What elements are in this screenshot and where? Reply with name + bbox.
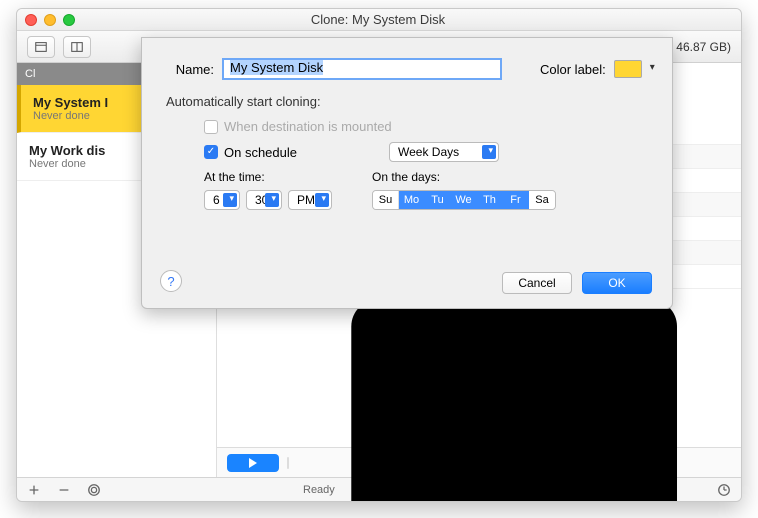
day-su[interactable]: Su [373, 191, 399, 209]
color-label: Color label: [540, 62, 606, 77]
app-window: Clone: My System Disk 46.87 GB) Cl My Sy… [16, 8, 742, 502]
start-clone-button[interactable] [227, 454, 279, 472]
name-value: My System Disk [230, 60, 323, 75]
day-mo[interactable]: Mo [399, 191, 425, 209]
ok-button[interactable]: OK [582, 272, 652, 294]
play-icon [248, 458, 258, 468]
checkbox-when-mounted[interactable] [204, 120, 218, 134]
ready-label: Ready [303, 484, 335, 496]
checkbox-on-schedule[interactable] [204, 145, 218, 159]
gear-icon[interactable] [87, 483, 101, 497]
progress-bar [287, 457, 289, 469]
add-icon[interactable] [27, 483, 41, 497]
when-mounted-row: When destination is mounted [204, 119, 650, 134]
minimize-icon[interactable] [44, 14, 56, 26]
collapse-button[interactable] [27, 36, 55, 58]
day-sa[interactable]: Sa [529, 191, 555, 209]
panel-split-icon [70, 40, 84, 54]
detail-button[interactable] [63, 36, 91, 58]
day-we[interactable]: We [451, 191, 477, 209]
section-title: Automatically start cloning: [166, 94, 650, 109]
minute-stepper[interactable]: 30 [246, 190, 282, 210]
cancel-button[interactable]: Cancel [502, 272, 572, 294]
day-th[interactable]: Th [477, 191, 503, 209]
on-schedule-label: On schedule [224, 145, 297, 160]
hour-stepper[interactable]: 6 [204, 190, 240, 210]
panel-icon [34, 40, 48, 54]
color-picker[interactable] [614, 60, 642, 78]
day-tu[interactable]: Tu [425, 191, 451, 209]
window-title: Clone: My System Disk [83, 12, 673, 27]
titlebar: Clone: My System Disk [17, 9, 741, 31]
schedule-value: Week Days [398, 145, 459, 159]
traffic-lights [25, 14, 75, 26]
days-label: On the days: [372, 170, 556, 184]
clock-icon[interactable] [717, 483, 731, 497]
help-button[interactable]: ? [160, 270, 182, 292]
maximize-icon[interactable] [63, 14, 75, 26]
name-label: Name: [164, 62, 214, 77]
bottom-bar [217, 447, 741, 477]
remove-icon[interactable] [57, 483, 71, 497]
on-schedule-row: On schedule Week Days [204, 142, 650, 162]
day-picker[interactable]: SuMoTuWeThFrSa [372, 190, 556, 210]
schedule-select[interactable]: Week Days [389, 142, 499, 162]
when-mounted-label: When destination is mounted [224, 119, 392, 134]
name-field[interactable]: My System Disk [222, 58, 502, 80]
day-fr[interactable]: Fr [503, 191, 529, 209]
close-icon[interactable] [25, 14, 37, 26]
ampm-stepper[interactable]: PM [288, 190, 332, 210]
disk-size-label: 46.87 GB) [676, 40, 731, 54]
schedule-dialog: Name: My System Disk Color label: Automa… [141, 37, 673, 309]
time-label: At the time: [204, 170, 332, 184]
